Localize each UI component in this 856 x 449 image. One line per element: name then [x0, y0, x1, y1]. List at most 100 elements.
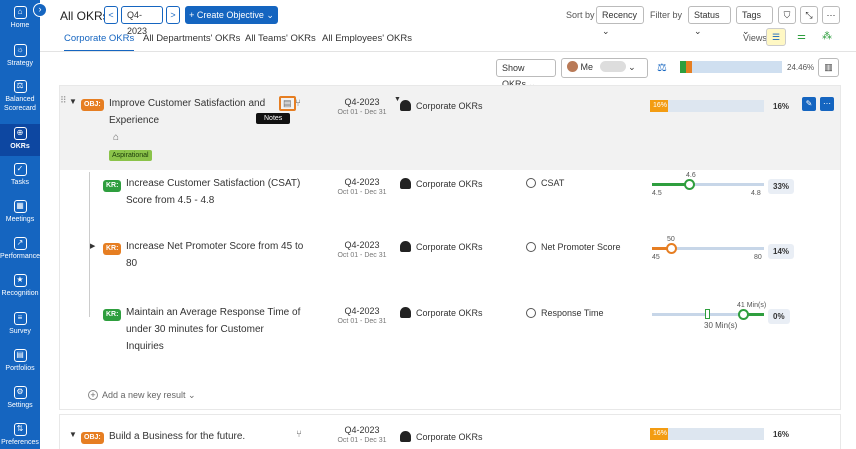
objective-title[interactable]: Improve Customer Satisfaction and — [109, 95, 265, 112]
views-label: Views — [743, 33, 767, 43]
owner-filter-select[interactable]: Me ⌄ — [561, 58, 648, 78]
kr-percent: 0% — [768, 309, 790, 324]
kr-current-value: 4.6 — [686, 172, 696, 179]
objective-progress-bar: 16% — [650, 100, 764, 112]
list-view-icon: ☰ — [771, 32, 781, 42]
objective-percent: 16% — [773, 430, 790, 439]
more-options-button[interactable]: ⋯ — [822, 6, 840, 24]
recognition-icon: ★ — [13, 274, 27, 287]
view-tree-button[interactable]: ⁂ — [822, 31, 832, 42]
edit-objective-button[interactable]: ✎ — [802, 97, 816, 111]
key-result-title-cont[interactable]: Score from 4.5 - 4.8 — [126, 192, 214, 209]
objective-title[interactable]: Build a Business for the future. — [109, 428, 245, 445]
objective-title-cont[interactable]: Experience — [109, 112, 159, 129]
key-result-title[interactable]: Increase Customer Satisfaction (CSAT) — [126, 175, 300, 192]
owner-avatar-icon — [400, 307, 411, 318]
create-objective-button[interactable]: + Create Objective ⌄ — [185, 6, 278, 24]
sidebar-item-portfolios[interactable]: ▤ Portfolios — [0, 349, 40, 373]
objective-badge: OBJ: — [81, 432, 104, 444]
sidebar-item-okrs[interactable]: ⊕ OKRs — [0, 124, 40, 156]
objective-owner: Corporate OKRs — [400, 431, 483, 442]
chart-view-button[interactable]: ▥ — [818, 58, 839, 77]
key-result-title[interactable]: Maintain an Average Response Time of — [126, 304, 300, 321]
status-filter[interactable]: Status ⌄ — [688, 6, 731, 36]
chevron-down-icon: ⌄ — [628, 62, 636, 72]
key-result-title-cont[interactable]: under 30 minutes for Customer — [126, 321, 264, 338]
scorecard-icon: ⚖ — [13, 80, 27, 93]
kr-slider-handle[interactable] — [684, 179, 695, 190]
key-result-metric: Response Time — [526, 308, 604, 318]
key-result-title-cont2[interactable]: Inquiries — [126, 338, 164, 355]
overall-progress-orange — [686, 61, 693, 73]
filter-icon-button[interactable]: ⛉ — [778, 6, 796, 24]
sidebar-item-survey[interactable]: ≡ Survey — [0, 312, 40, 336]
filter-icon: ⛉ — [783, 10, 791, 20]
objective-more-button[interactable]: ⋯ — [820, 97, 834, 111]
expand-toggle-icon[interactable]: ▼ — [69, 430, 77, 439]
more-icon: ⋯ — [823, 99, 831, 108]
performance-icon: ↗ — [13, 237, 27, 250]
sort-select[interactable]: Recency ⌄ — [596, 6, 644, 36]
period-select[interactable]: Q4-2023 — [121, 6, 163, 36]
expand-toggle-icon[interactable]: ▶ — [90, 242, 95, 250]
kr-start-value: 45 — [652, 254, 660, 261]
show-okrs-select[interactable]: Show OKRs ⌄ — [496, 59, 556, 89]
owner-avatar-icon — [400, 178, 411, 189]
view-list-button[interactable]: ☰ — [766, 28, 786, 46]
period-range: Oct 01 - Dec 31 — [337, 437, 387, 444]
alignment-icon[interactable]: ⑂ — [295, 98, 301, 109]
sidebar-item-tasks[interactable]: ✓ Tasks — [0, 163, 40, 187]
avatar-group-icon — [599, 61, 626, 72]
tab-all-employees-okrs[interactable]: All Employees' OKRs — [322, 33, 412, 44]
me-label: Me — [580, 62, 594, 72]
sidebar-item-strategy[interactable]: ☼ Strategy — [0, 44, 40, 68]
sidebar-collapse-toggle[interactable]: › — [33, 3, 47, 17]
target-icon: ⊕ — [13, 127, 27, 140]
notes-icon[interactable]: ▤ — [279, 96, 296, 111]
sidebar-item-meetings[interactable]: ▦ Meetings — [0, 200, 40, 224]
tag-icon[interactable]: ⌂ — [113, 132, 119, 143]
sidebar-item-performance[interactable]: ↗ Performance — [0, 237, 40, 261]
sidebar-item-label: Performance — [0, 253, 41, 260]
tags-filter[interactable]: Tags ⌄ — [736, 6, 773, 36]
sidebar-item-recognition[interactable]: ★ Recognition — [0, 274, 40, 298]
prev-period-button[interactable]: < — [104, 6, 118, 24]
objective-progress-fill: 16% — [650, 100, 669, 112]
expand-toggle-icon[interactable]: ▼ — [69, 97, 77, 106]
key-result-owner: Corporate OKRs — [400, 241, 483, 252]
kr-target-marker — [705, 309, 710, 319]
balance-icon[interactable]: ⚖ — [657, 61, 667, 74]
sidebar-item-balanced-scorecard[interactable]: ⚖ Balanced Scorecard — [0, 80, 40, 113]
tab-corporate-okrs[interactable]: Corporate OKRs — [64, 33, 135, 52]
home-icon: ⌂ — [13, 6, 27, 19]
tab-all-teams-okrs[interactable]: All Teams' OKRs — [245, 33, 316, 44]
kr-slider-handle[interactable] — [738, 309, 749, 320]
key-result-title[interactable]: Increase Net Promoter Score from 45 to — [126, 238, 303, 255]
view-gantt-button[interactable]: ⚌ — [797, 31, 806, 42]
next-period-button[interactable]: > — [166, 6, 180, 24]
objective-percent: 16% — [773, 102, 790, 111]
tab-all-departments-okrs[interactable]: All Departments' OKRs — [143, 33, 240, 44]
key-result-badge: KR: — [103, 243, 122, 255]
sidebar-item-label: Balanced Scorecard — [4, 96, 36, 112]
kr-progress-slider[interactable] — [652, 183, 764, 186]
collapse-icon: ⤡ — [805, 10, 813, 20]
add-key-result-button[interactable]: + Add a new key result ⌄ — [88, 390, 196, 401]
kr-current-value: 50 — [667, 236, 675, 243]
more-icon: ⋯ — [826, 10, 836, 20]
key-result-title-cont[interactable]: 80 — [126, 255, 137, 272]
owner-label: Corporate OKRs — [416, 308, 483, 318]
alignment-icon[interactable]: ⑂ — [296, 429, 302, 440]
gauge-icon — [526, 242, 536, 252]
collapse-icon-button[interactable]: ⤡ — [800, 6, 818, 24]
sidebar-item-settings[interactable]: ⚙ Settings — [0, 386, 40, 410]
owner-avatar-icon — [400, 241, 411, 252]
drag-handle-icon[interactable]: ⠿ — [60, 95, 67, 106]
metric-label: CSAT — [541, 178, 565, 188]
sidebar-item-preferences[interactable]: ⇅ Preferences — [0, 423, 40, 447]
owner-label: Corporate OKRs — [416, 179, 483, 189]
period-label: Q4-2023 — [344, 425, 380, 435]
kr-percent: 33% — [768, 179, 795, 194]
sidebar-item-label: Survey — [9, 328, 31, 335]
kr-slider-handle[interactable] — [666, 243, 677, 254]
